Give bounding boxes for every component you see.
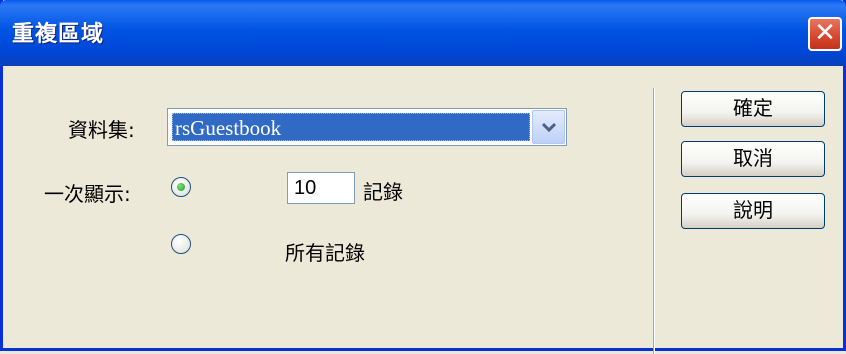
radio-all-records[interactable] bbox=[171, 234, 191, 254]
dataset-label: 資料集: bbox=[68, 118, 135, 142]
help-button[interactable]: 說明 bbox=[681, 193, 825, 229]
dropdown-button[interactable] bbox=[532, 110, 565, 144]
dataset-selected-value: rsGuestbook bbox=[172, 113, 530, 141]
chevron-down-icon bbox=[541, 122, 557, 133]
close-button[interactable]: ✕ bbox=[808, 17, 842, 51]
show-label: 一次顯示: bbox=[44, 182, 131, 206]
radio-selected-dot bbox=[177, 183, 185, 191]
radio-show-count[interactable] bbox=[171, 177, 191, 197]
vertical-divider bbox=[653, 88, 655, 354]
repeat-region-dialog: 重複區域 ✕ 資料集: rsGuestbook 一次顯示: 10 記錄 所有記錄… bbox=[0, 0, 846, 354]
close-icon: ✕ bbox=[814, 18, 836, 48]
records-suffix-label: 記錄 bbox=[363, 180, 403, 204]
dataset-select[interactable]: rsGuestbook bbox=[167, 108, 567, 146]
record-count-input[interactable]: 10 bbox=[287, 172, 355, 204]
title-bar[interactable]: 重複區域 ✕ bbox=[0, 0, 846, 66]
cancel-button[interactable]: 取消 bbox=[681, 141, 825, 177]
dialog-title: 重複區域 bbox=[12, 22, 105, 47]
ok-button[interactable]: 確定 bbox=[681, 91, 825, 127]
all-records-label: 所有記錄 bbox=[285, 241, 365, 265]
